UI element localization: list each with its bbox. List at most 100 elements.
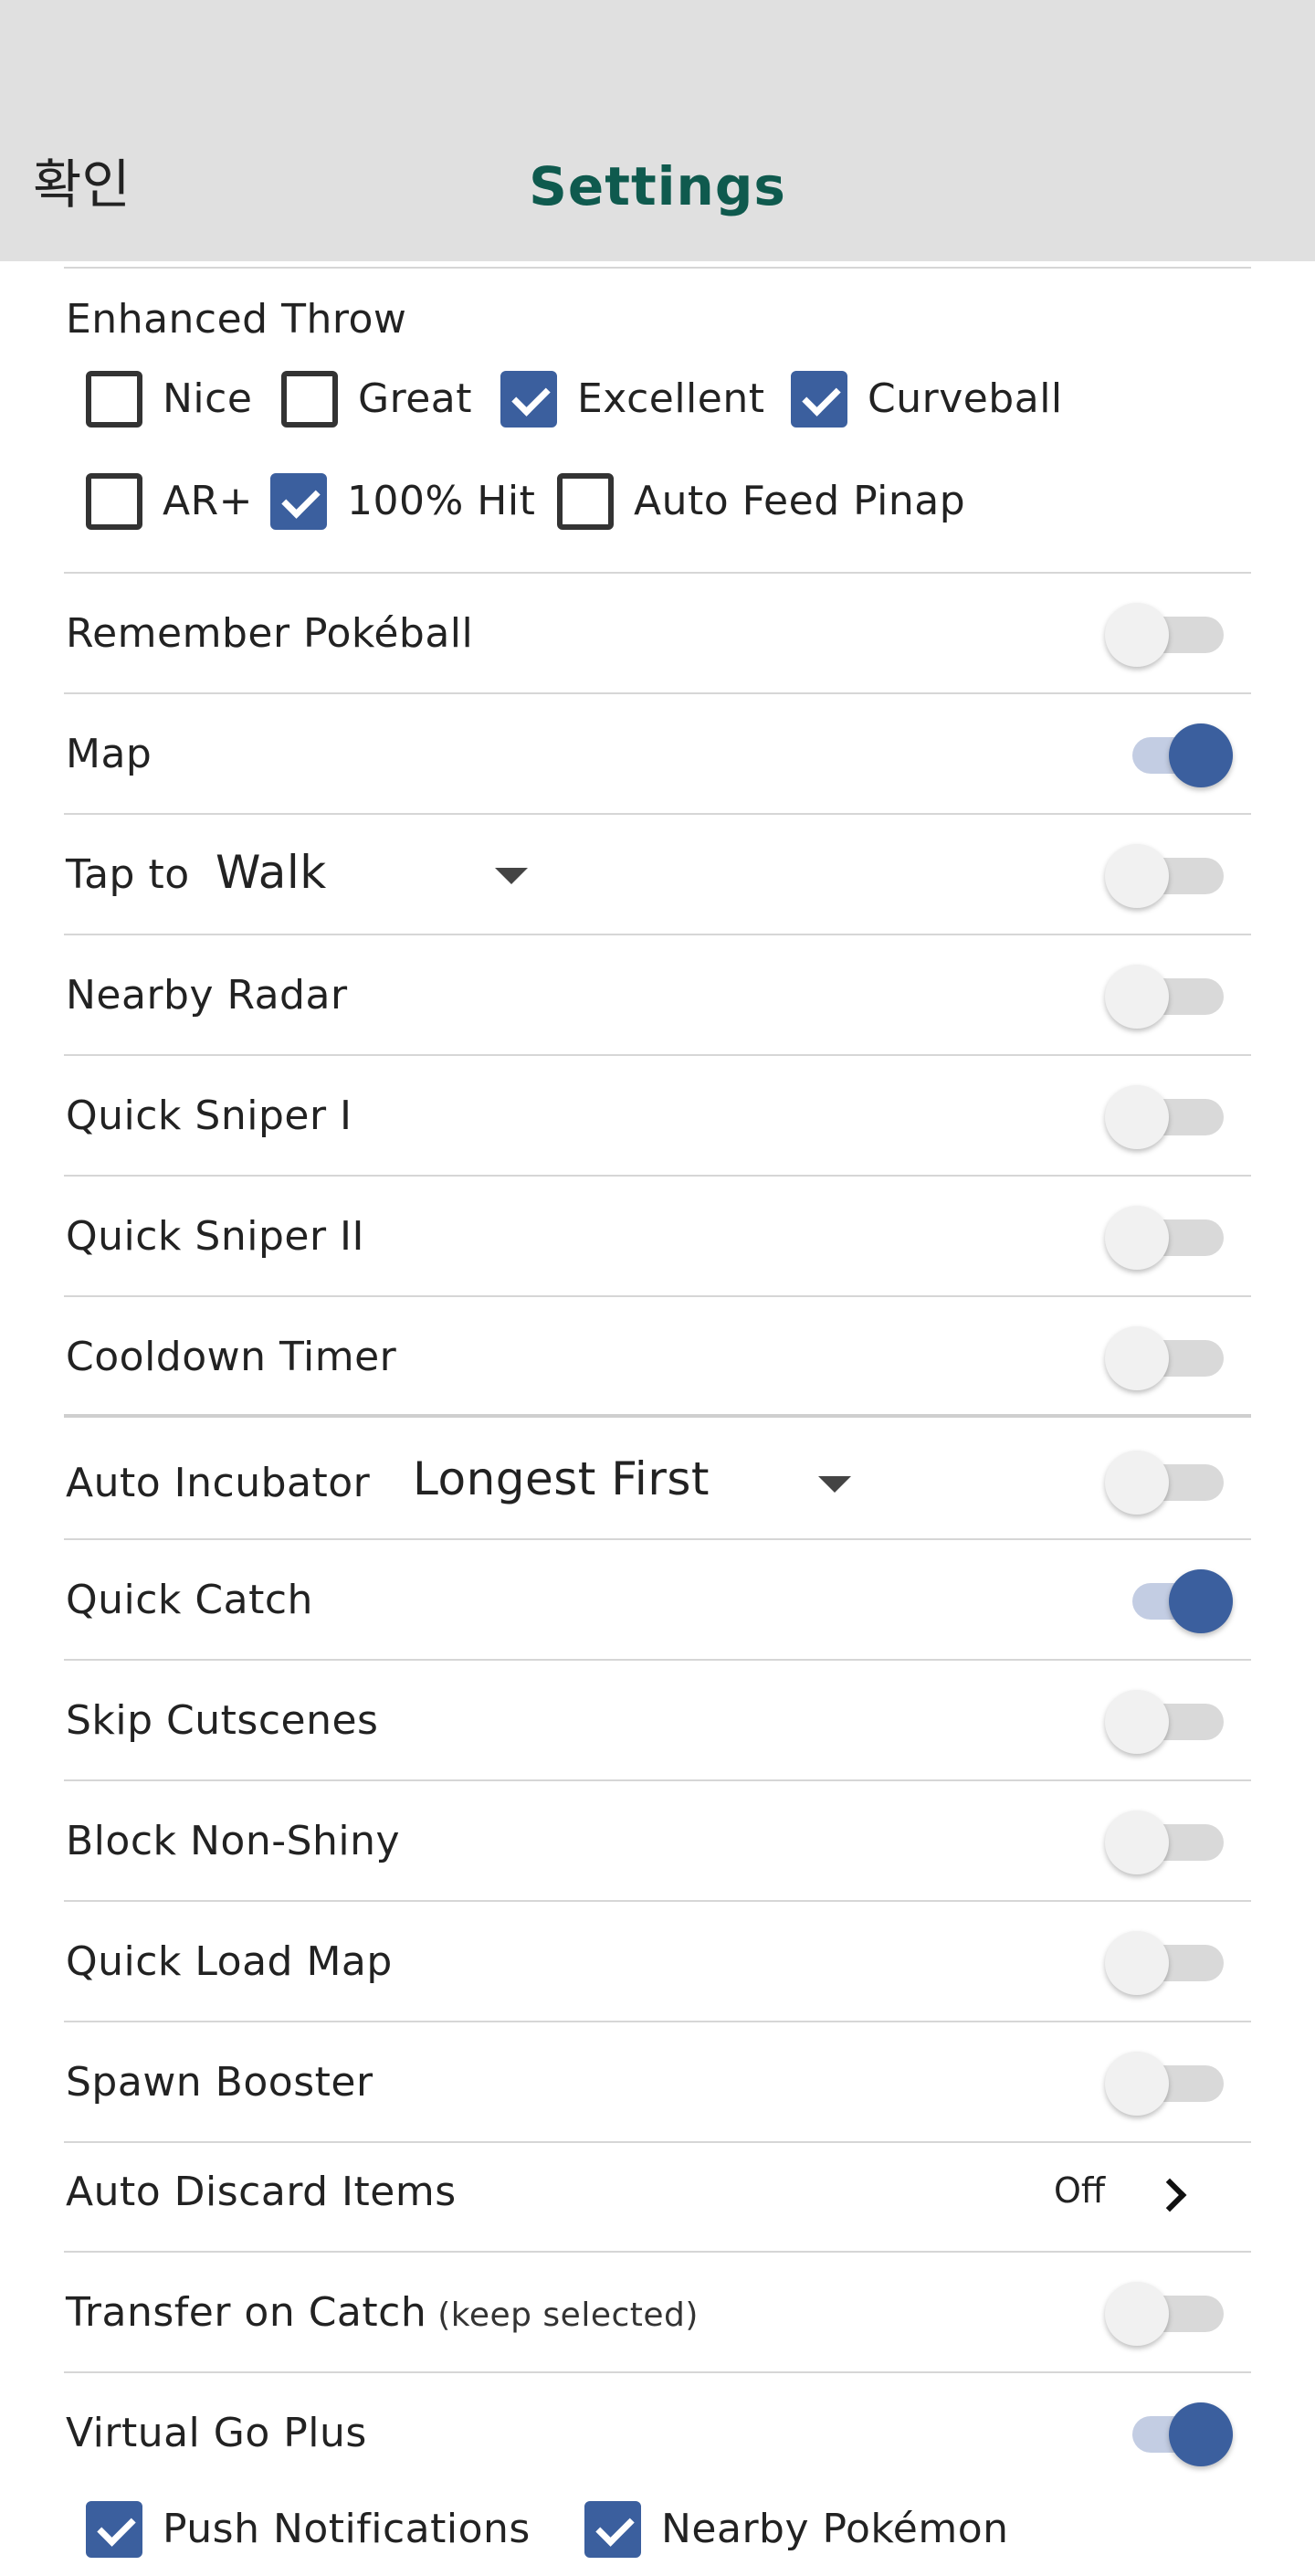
divider: [64, 692, 1251, 694]
setting-label-quick-load-map: Quick Load Map: [66, 1938, 393, 1985]
setting-label-quick-sniper-1: Quick Sniper I: [66, 1093, 352, 1139]
divider: [64, 1538, 1251, 1540]
checkbox-box[interactable]: [791, 371, 847, 428]
toggle-knob: [1105, 603, 1169, 667]
toggle-remember-pokeball[interactable]: [1105, 596, 1233, 669]
toggle-map[interactable]: [1105, 716, 1233, 789]
divider: [64, 1659, 1251, 1661]
toggle-knob: [1169, 1569, 1233, 1633]
checkbox-box[interactable]: [500, 371, 557, 428]
toggle-knob: [1169, 2402, 1233, 2466]
checkbox-push-notifications[interactable]: Push Notifications: [86, 2501, 531, 2558]
divider: [64, 2371, 1251, 2373]
toggle-skip-cutscenes[interactable]: [1105, 1683, 1233, 1756]
transfer-on-catch-text: Transfer on Catch: [66, 2289, 427, 2336]
setting-label-auto-incubator: Auto Incubator: [66, 1460, 371, 1506]
setting-label-quick-catch: Quick Catch: [66, 1577, 313, 1623]
divider: [64, 934, 1251, 935]
divider: [64, 1175, 1251, 1177]
checkbox-great[interactable]: Great: [281, 371, 472, 428]
checkbox-ar-plus[interactable]: AR+: [86, 473, 253, 530]
checkbox-box[interactable]: [86, 2501, 142, 2558]
dropdown-caret-icon[interactable]: [818, 1476, 851, 1493]
checkbox-excellent[interactable]: Excellent: [500, 371, 765, 428]
tap-to-mode-dropdown[interactable]: Walk: [216, 842, 327, 903]
toggle-tap-to-walk[interactable]: [1105, 837, 1233, 910]
toggle-knob: [1105, 844, 1169, 908]
divider: [64, 1054, 1251, 1056]
enhanced-throw-label: Enhanced Throw: [66, 296, 407, 343]
toggle-quick-load-map[interactable]: [1105, 1924, 1233, 1997]
checkbox-label: Push Notifications: [163, 2506, 531, 2552]
divider: [64, 1295, 1251, 1297]
toggle-knob: [1105, 1326, 1169, 1390]
setting-label-tap-to: Tap to: [66, 851, 190, 898]
setting-label-skip-cutscenes: Skip Cutscenes: [66, 1697, 379, 1744]
divider: [64, 267, 1251, 269]
toggle-cooldown-timer[interactable]: [1105, 1319, 1233, 1392]
checkbox-nearby-pokemon[interactable]: Nearby Pokémon: [584, 2501, 1009, 2558]
checkbox-box[interactable]: [86, 371, 142, 428]
setting-label-map: Map: [66, 731, 153, 777]
setting-label-block-non-shiny: Block Non-Shiny: [66, 1818, 401, 1864]
divider: [64, 1414, 1251, 1418]
checkbox-auto-feed-pinap[interactable]: Auto Feed Pinap: [557, 473, 965, 530]
setting-label-spawn-booster: Spawn Booster: [66, 2059, 373, 2106]
checkbox-label: Nice: [163, 375, 253, 422]
auto-incubator-dropdown[interactable]: Longest First: [413, 1449, 710, 1509]
page-title: Settings: [529, 155, 786, 217]
checkbox-label: Great: [358, 375, 473, 422]
divider: [64, 2251, 1251, 2253]
toggle-knob: [1169, 723, 1233, 787]
divider: [64, 1779, 1251, 1781]
divider: [64, 1900, 1251, 1902]
toggle-knob: [1105, 1690, 1169, 1754]
toggle-quick-sniper-2[interactable]: [1105, 1198, 1233, 1272]
checkbox-box[interactable]: [584, 2501, 641, 2558]
toggle-transfer-on-catch[interactable]: [1105, 2275, 1233, 2348]
checkbox-label: 100% Hit: [347, 478, 536, 524]
auto-discard-value: Off: [1054, 2170, 1106, 2211]
toggle-knob: [1105, 1811, 1169, 1874]
toggle-knob: [1105, 1451, 1169, 1515]
checkbox-label: AR+: [163, 478, 254, 524]
toggle-quick-sniper-1[interactable]: [1105, 1078, 1233, 1151]
checkbox-100-hit[interactable]: 100% Hit: [270, 473, 535, 530]
setting-label-remember-pokeball: Remember Pokéball: [66, 610, 474, 657]
dropdown-caret-icon[interactable]: [495, 868, 528, 884]
checkbox-label: Curveball: [868, 375, 1063, 422]
checkbox-label: Nearby Pokémon: [661, 2506, 1009, 2552]
checkbox-nice[interactable]: Nice: [86, 371, 252, 428]
setting-label-nearby-radar: Nearby Radar: [66, 972, 348, 1019]
setting-label-auto-discard-items: Auto Discard Items: [66, 2169, 457, 2215]
app-header: 확인 Settings: [0, 0, 1315, 261]
toggle-knob: [1105, 1931, 1169, 1995]
setting-label-quick-sniper-2: Quick Sniper II: [66, 1213, 364, 1260]
setting-label-cooldown-timer: Cooldown Timer: [66, 1334, 397, 1380]
transfer-on-catch-sublabel: (keep selected): [437, 2296, 699, 2334]
toggle-nearby-radar[interactable]: [1105, 957, 1233, 1030]
divider: [64, 2021, 1251, 2022]
checkbox-label: Excellent: [577, 375, 765, 422]
toggle-spawn-booster[interactable]: [1105, 2044, 1233, 2117]
checkbox-box[interactable]: [557, 473, 614, 530]
toggle-auto-incubator[interactable]: [1105, 1443, 1233, 1516]
chevron-right-icon[interactable]: [1152, 2178, 1187, 2212]
checkbox-box[interactable]: [270, 473, 327, 530]
toggle-quick-catch[interactable]: [1105, 1562, 1233, 1635]
toggle-knob: [1105, 2282, 1169, 2346]
toggle-virtual-go-plus[interactable]: [1105, 2395, 1233, 2468]
checkbox-box[interactable]: [86, 473, 142, 530]
divider: [64, 2141, 1251, 2143]
checkbox-box[interactable]: [281, 371, 338, 428]
checkbox-curveball[interactable]: Curveball: [791, 371, 1063, 428]
toggle-block-non-shiny[interactable]: [1105, 1803, 1233, 1876]
divider: [64, 813, 1251, 815]
setting-label-virtual-go-plus: Virtual Go Plus: [66, 2410, 367, 2456]
divider: [64, 572, 1251, 574]
toggle-knob: [1105, 1085, 1169, 1149]
toggle-knob: [1105, 1206, 1169, 1270]
checkbox-label: Auto Feed Pinap: [634, 478, 966, 524]
toggle-knob: [1105, 965, 1169, 1029]
setting-label-transfer-on-catch: Transfer on Catch (keep selected): [66, 2286, 699, 2343]
